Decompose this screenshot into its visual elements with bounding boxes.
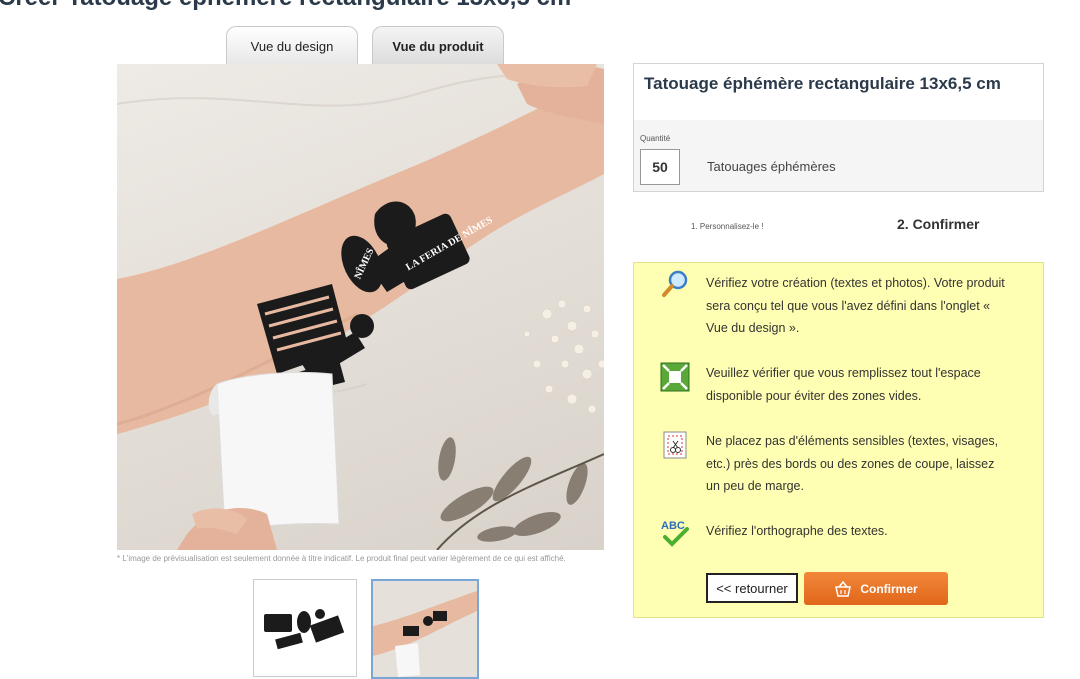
product-summary-card: Tatouage éphémère rectangulaire 13x6,5 c… <box>633 63 1044 192</box>
svg-text:ABC: ABC <box>661 520 685 532</box>
spellcheck-icon: ABC <box>661 520 689 547</box>
fill-space-icon <box>660 362 690 392</box>
thumbnail-design[interactable] <box>253 579 357 677</box>
quantity-label: Quantité <box>640 134 671 143</box>
tab-design-view[interactable]: Vue du design <box>226 26 358 65</box>
checklist-item-fill-space: Veuillez vérifier que vous remplissez to… <box>706 366 981 403</box>
quantity-field[interactable]: 50 <box>640 149 680 185</box>
magnifier-icon <box>662 270 688 297</box>
step-confirm: 2. Confirmer <box>897 216 980 232</box>
confirm-button[interactable]: Confirmer <box>804 572 948 605</box>
page-title: Créer Tatouage éphémère rectangulaire 13… <box>0 0 571 12</box>
checklist-item-verify: Vérifiez votre création (textes et photo… <box>706 276 1005 335</box>
product-title: Tatouage éphémère rectangulaire 13x6,5 c… <box>634 64 1043 120</box>
quantity-unit: Tatouages éphémères <box>707 159 836 174</box>
tab-product-view[interactable]: Vue du produit <box>372 26 504 65</box>
step-personalize[interactable]: 1. Personnalisez-le ! <box>691 222 763 231</box>
product-preview-image: NÎMES LA FERIA DE NÎMES <box>117 64 604 550</box>
confirm-button-label: Confirmer <box>860 581 918 596</box>
back-button[interactable]: << retourner <box>706 573 798 603</box>
thumbnail-product[interactable] <box>371 579 479 679</box>
confirmation-checklist-panel: Vérifiez votre création (textes et photo… <box>633 262 1044 618</box>
cut-margin-icon <box>663 431 687 459</box>
basket-icon <box>835 580 852 597</box>
checklist-item-margin: Ne placez pas d'éléments sensibles (text… <box>706 434 999 493</box>
preview-disclaimer: * L'image de prévisualisation est seulem… <box>117 554 566 563</box>
checklist-item-spelling: Vérifiez l'orthographe des textes. <box>706 524 888 538</box>
